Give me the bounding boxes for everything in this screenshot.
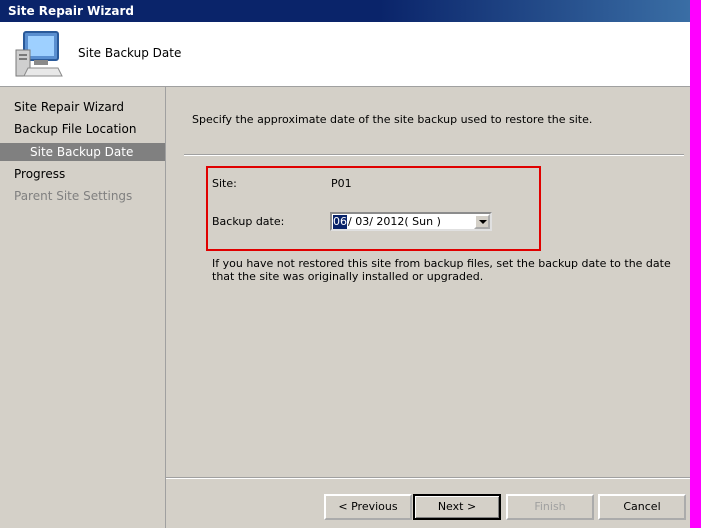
wizard-header: Site Backup Date xyxy=(0,22,690,87)
highlight-box xyxy=(206,166,541,251)
nav-item-progress[interactable]: Progress xyxy=(14,165,65,183)
backup-date-picker[interactable]: 06 / 03/ 2012( Sun ) xyxy=(330,212,492,231)
window-title: Site Repair Wizard xyxy=(8,4,135,18)
nav-item-site-backup-date[interactable]: Site Backup Date xyxy=(0,143,165,161)
site-repair-wizard-window: Site Repair Wizard Site Backup Date Site… xyxy=(0,0,690,528)
site-value: P01 xyxy=(331,177,352,190)
computer-icon xyxy=(15,31,63,77)
backup-date-label: Backup date: xyxy=(212,215,285,228)
nav-item-label: Site Repair Wizard xyxy=(14,100,125,114)
nav-item-label: Backup File Location xyxy=(14,122,137,136)
nav-item-backup-file-location[interactable]: Backup File Location xyxy=(14,120,136,138)
header-title: Site Backup Date xyxy=(78,46,182,60)
nav-item-label: Progress xyxy=(14,167,66,181)
wizard-step-nav: Site Repair Wizard Backup File Location … xyxy=(0,87,166,528)
date-rest-segment[interactable]: / 03/ 2012( Sun ) xyxy=(348,215,441,229)
wizard-content: Specify the approximate date of the site… xyxy=(166,87,690,528)
dropdown-arrow-icon[interactable] xyxy=(474,214,490,229)
site-label: Site: xyxy=(212,177,237,190)
instruction-text: Specify the approximate date of the site… xyxy=(192,113,593,126)
next-button[interactable]: Next > xyxy=(413,494,501,520)
nav-item-parent-site-settings: Parent Site Settings xyxy=(14,187,132,205)
previous-button[interactable]: < Previous xyxy=(324,494,412,520)
divider xyxy=(184,154,684,156)
button-divider xyxy=(166,477,690,479)
finish-button: Finish xyxy=(506,494,594,520)
nav-item-site-repair-wizard[interactable]: Site Repair Wizard xyxy=(14,98,124,116)
title-bar[interactable]: Site Repair Wizard xyxy=(0,0,690,22)
backup-note: If you have not restored this site from … xyxy=(212,257,671,283)
nav-item-label: Parent Site Settings xyxy=(14,189,133,203)
nav-item-label: Site Backup Date xyxy=(30,145,134,159)
cancel-button[interactable]: Cancel xyxy=(598,494,686,520)
date-month-segment[interactable]: 06 xyxy=(333,215,347,229)
